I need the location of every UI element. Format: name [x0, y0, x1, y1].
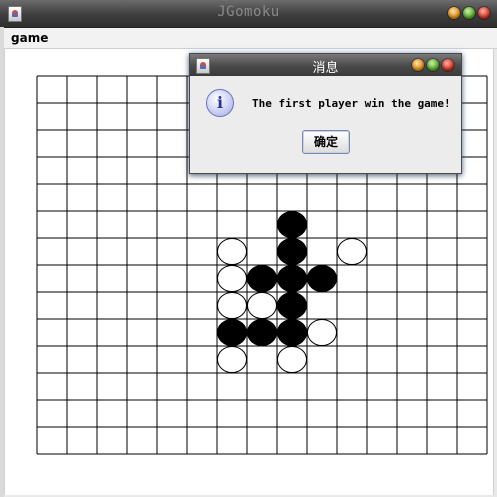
black-stone [277, 292, 307, 319]
black-stone [217, 319, 247, 346]
dialog-titlebar[interactable]: 消息 [190, 54, 461, 76]
black-stone [277, 265, 307, 292]
black-stone [277, 319, 307, 346]
ok-button[interactable]: 确定 [302, 130, 350, 154]
close-icon[interactable] [442, 59, 454, 71]
white-stone [247, 292, 277, 319]
info-icon: i [206, 89, 234, 117]
message-dialog: 消息 i The first player win the game! 确定 [189, 53, 462, 174]
minimize-icon[interactable] [412, 59, 424, 71]
dialog-message: The first player win the game! [252, 97, 451, 110]
black-stone [277, 211, 307, 238]
white-stone [307, 319, 337, 346]
white-stone [277, 346, 307, 373]
maximize-icon[interactable] [427, 59, 439, 71]
white-stone [217, 292, 247, 319]
white-stone [217, 346, 247, 373]
white-stone [217, 265, 247, 292]
black-stone [247, 319, 277, 346]
black-stone [277, 238, 307, 265]
black-stone [307, 265, 337, 292]
white-stone [217, 238, 247, 265]
white-stone [337, 238, 367, 265]
black-stone [247, 265, 277, 292]
